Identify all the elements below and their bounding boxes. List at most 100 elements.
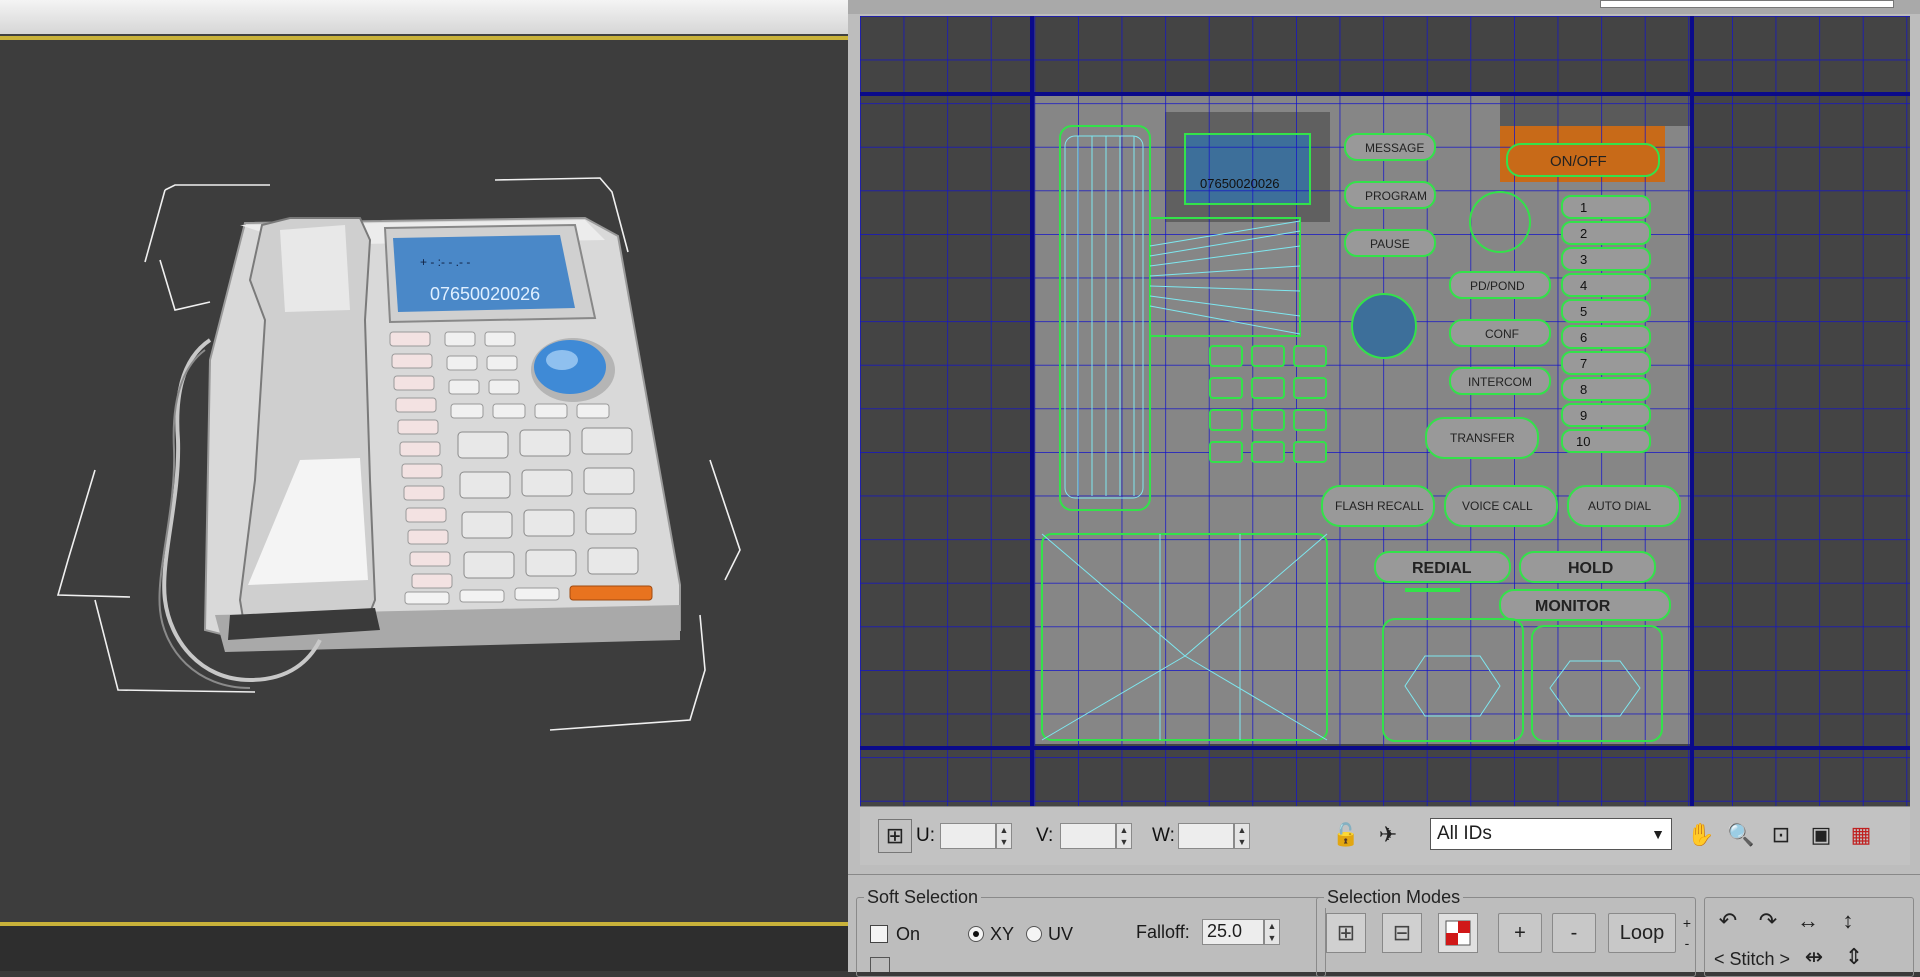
- grow-selection-button[interactable]: +: [1498, 913, 1542, 953]
- material-id-value: All IDs: [1437, 823, 1492, 844]
- edge-grid-icon: ⊟: [1392, 920, 1412, 945]
- perspective-viewport[interactable]: + - :- - .- - 07650020026: [0, 0, 848, 971]
- uv-lcd-number: 07650020026: [1200, 176, 1280, 191]
- uv-label: UV: [1048, 924, 1074, 944]
- zoom-region-button[interactable]: ⊡: [1765, 819, 1797, 851]
- falloff-label: Falloff:: [1136, 922, 1190, 942]
- chevron-down-icon: ▼: [1651, 826, 1665, 842]
- crosshair-icon: ⊞: [885, 823, 905, 848]
- polygon-select-icon: [1445, 920, 1471, 946]
- flip-vertical-button[interactable]: ⇕: [1838, 943, 1870, 971]
- rotate-cw-button[interactable]: ↷: [1752, 905, 1784, 937]
- magnifier-icon: 🔍: [1727, 822, 1755, 847]
- svg-text:+ - :- - .- -: + - :- - .- -: [420, 255, 470, 269]
- falloff-input[interactable]: 25.0: [1202, 919, 1264, 945]
- lock-icon: 🔓: [1332, 822, 1360, 847]
- grow-label: +: [1514, 921, 1526, 944]
- rotate-ccw-icon: ↶: [1718, 908, 1738, 933]
- label-program: PROGRAM: [1365, 189, 1427, 203]
- viewport-bottom-strip: [0, 926, 848, 971]
- texture-dropdown[interactable]: [1600, 0, 1894, 8]
- loop-label: Loop: [1619, 921, 1665, 944]
- falloff-value: 25.0: [1207, 921, 1243, 941]
- vertex-grid-icon: ⊞: [1336, 920, 1356, 945]
- soft-selection-title: Soft Selection: [864, 887, 982, 908]
- phone-model[interactable]: + - :- - .- - 07650020026: [0, 40, 848, 923]
- v-spinner[interactable]: ▲ ▼: [1116, 823, 1132, 849]
- selection-modes-title: Selection Modes: [1324, 887, 1464, 908]
- zoom-region-icon: ⊡: [1771, 822, 1791, 847]
- speed-dial-7: 7: [1580, 356, 1587, 371]
- label-voice-call: VOICE CALL: [1462, 499, 1533, 513]
- label-message: MESSAGE: [1365, 141, 1424, 155]
- falloff-spinner[interactable]: ▲ ▼: [1264, 919, 1280, 945]
- stitch-label: < Stitch >: [1713, 948, 1791, 969]
- label-redial: REDIAL: [1412, 560, 1472, 577]
- grid-snap-button[interactable]: ▦: [1845, 819, 1877, 851]
- soft-selection-on-label: On: [896, 924, 921, 944]
- v-label: V:: [1036, 825, 1054, 846]
- w-spinner[interactable]: ▲ ▼: [1234, 823, 1250, 849]
- v-input[interactable]: [1060, 823, 1116, 849]
- speed-dial-1: 1: [1580, 200, 1587, 215]
- label-monitor: MONITOR: [1535, 598, 1611, 615]
- label-pause: PAUSE: [1370, 237, 1410, 251]
- label-transfer: TRANSFER: [1450, 431, 1515, 445]
- speed-dial-6: 6: [1580, 330, 1587, 345]
- lock-selection-button[interactable]: 🔓: [1330, 819, 1362, 851]
- speed-dial-8: 8: [1580, 382, 1587, 397]
- cropped-checkbox[interactable]: [870, 957, 890, 972]
- viewport-canvas[interactable]: + - :- - .- - 07650020026: [0, 40, 848, 923]
- speed-dial-3: 3: [1580, 252, 1587, 267]
- zoom-button[interactable]: 🔍: [1725, 819, 1757, 851]
- absolute-offset-toggle[interactable]: ⊞: [878, 819, 912, 853]
- xy-label: XY: [990, 924, 1015, 944]
- soft-selection-on-checkbox[interactable]: [870, 925, 888, 943]
- hand-icon: ✋: [1687, 822, 1715, 847]
- material-id-select[interactable]: All IDs ▼: [1430, 818, 1672, 850]
- w-label: W:: [1152, 825, 1175, 846]
- vertical-arrows-icon: ↕: [1842, 908, 1854, 933]
- zoom-extents-icon: ▣: [1810, 822, 1832, 847]
- xy-radio[interactable]: [968, 926, 984, 942]
- stitch-button[interactable]: < Stitch >: [1710, 947, 1794, 971]
- filter-selected-faces-button[interactable]: ✈: [1372, 819, 1404, 851]
- uv-canvas[interactable]: 07650020026 MESSAGE PROGRAM PAUSE ON/OFF…: [860, 16, 1910, 806]
- u-label: U:: [916, 825, 935, 846]
- vertex-mode-button[interactable]: ⊞: [1326, 913, 1366, 953]
- loop-spinner[interactable]: + -: [1678, 913, 1696, 953]
- shrink-selection-button[interactable]: -: [1552, 913, 1596, 953]
- lcd-number: 07650020026: [430, 284, 540, 304]
- flip-horizontal-button[interactable]: ⇹: [1798, 943, 1830, 971]
- rotate-ccw-button[interactable]: ↶: [1712, 905, 1744, 937]
- phone-lcd: + - :- - .- - 07650020026: [383, 223, 597, 324]
- edge-mode-button[interactable]: ⊟: [1382, 913, 1422, 953]
- label-pound: PD/POND: [1470, 279, 1525, 293]
- speed-dial-2: 2: [1580, 226, 1587, 241]
- navigation-dial: [531, 338, 615, 402]
- paper-plane-icon: ✈: [1378, 822, 1398, 847]
- speed-dial-4: 4: [1580, 278, 1587, 293]
- mirror-horizontal-button[interactable]: ↔: [1792, 905, 1824, 937]
- w-input[interactable]: [1178, 823, 1234, 849]
- label-auto-dial: AUTO DIAL: [1588, 499, 1651, 513]
- label-hold: HOLD: [1568, 560, 1613, 577]
- zoom-extents-button[interactable]: ▣: [1805, 819, 1837, 851]
- rotate-cw-icon: ↷: [1758, 908, 1778, 933]
- pan-button[interactable]: ✋: [1685, 819, 1717, 851]
- u-input[interactable]: [940, 823, 996, 849]
- uv-editor-rollouts: Soft Selection On XY UV Falloff: 25.0 ▲ ▼…: [848, 874, 1920, 977]
- polygon-mode-button[interactable]: [1438, 913, 1478, 953]
- uv-editor-toolbar: ⊞ U: ▲ ▼ V: ▲ ▼ W: ▲ ▼ 🔓 ✈ ✋ 🔍 ⊡ ▣ ▦: [860, 806, 1910, 865]
- uv-grid-view[interactable]: 07650020026 MESSAGE PROGRAM PAUSE ON/OFF…: [860, 16, 1910, 806]
- mirror-vertical-button[interactable]: ↕: [1832, 905, 1864, 937]
- speed-dial-9: 9: [1580, 408, 1587, 423]
- uv-radio[interactable]: [1026, 926, 1042, 942]
- speed-dial-10: 10: [1576, 434, 1590, 449]
- grid-snap-icon: ▦: [1850, 822, 1872, 847]
- loop-button[interactable]: Loop: [1608, 913, 1676, 953]
- speed-dial-5: 5: [1580, 304, 1587, 319]
- shrink-label: -: [1570, 921, 1578, 944]
- u-spinner[interactable]: ▲ ▼: [996, 823, 1012, 849]
- label-conf: CONF: [1485, 327, 1519, 341]
